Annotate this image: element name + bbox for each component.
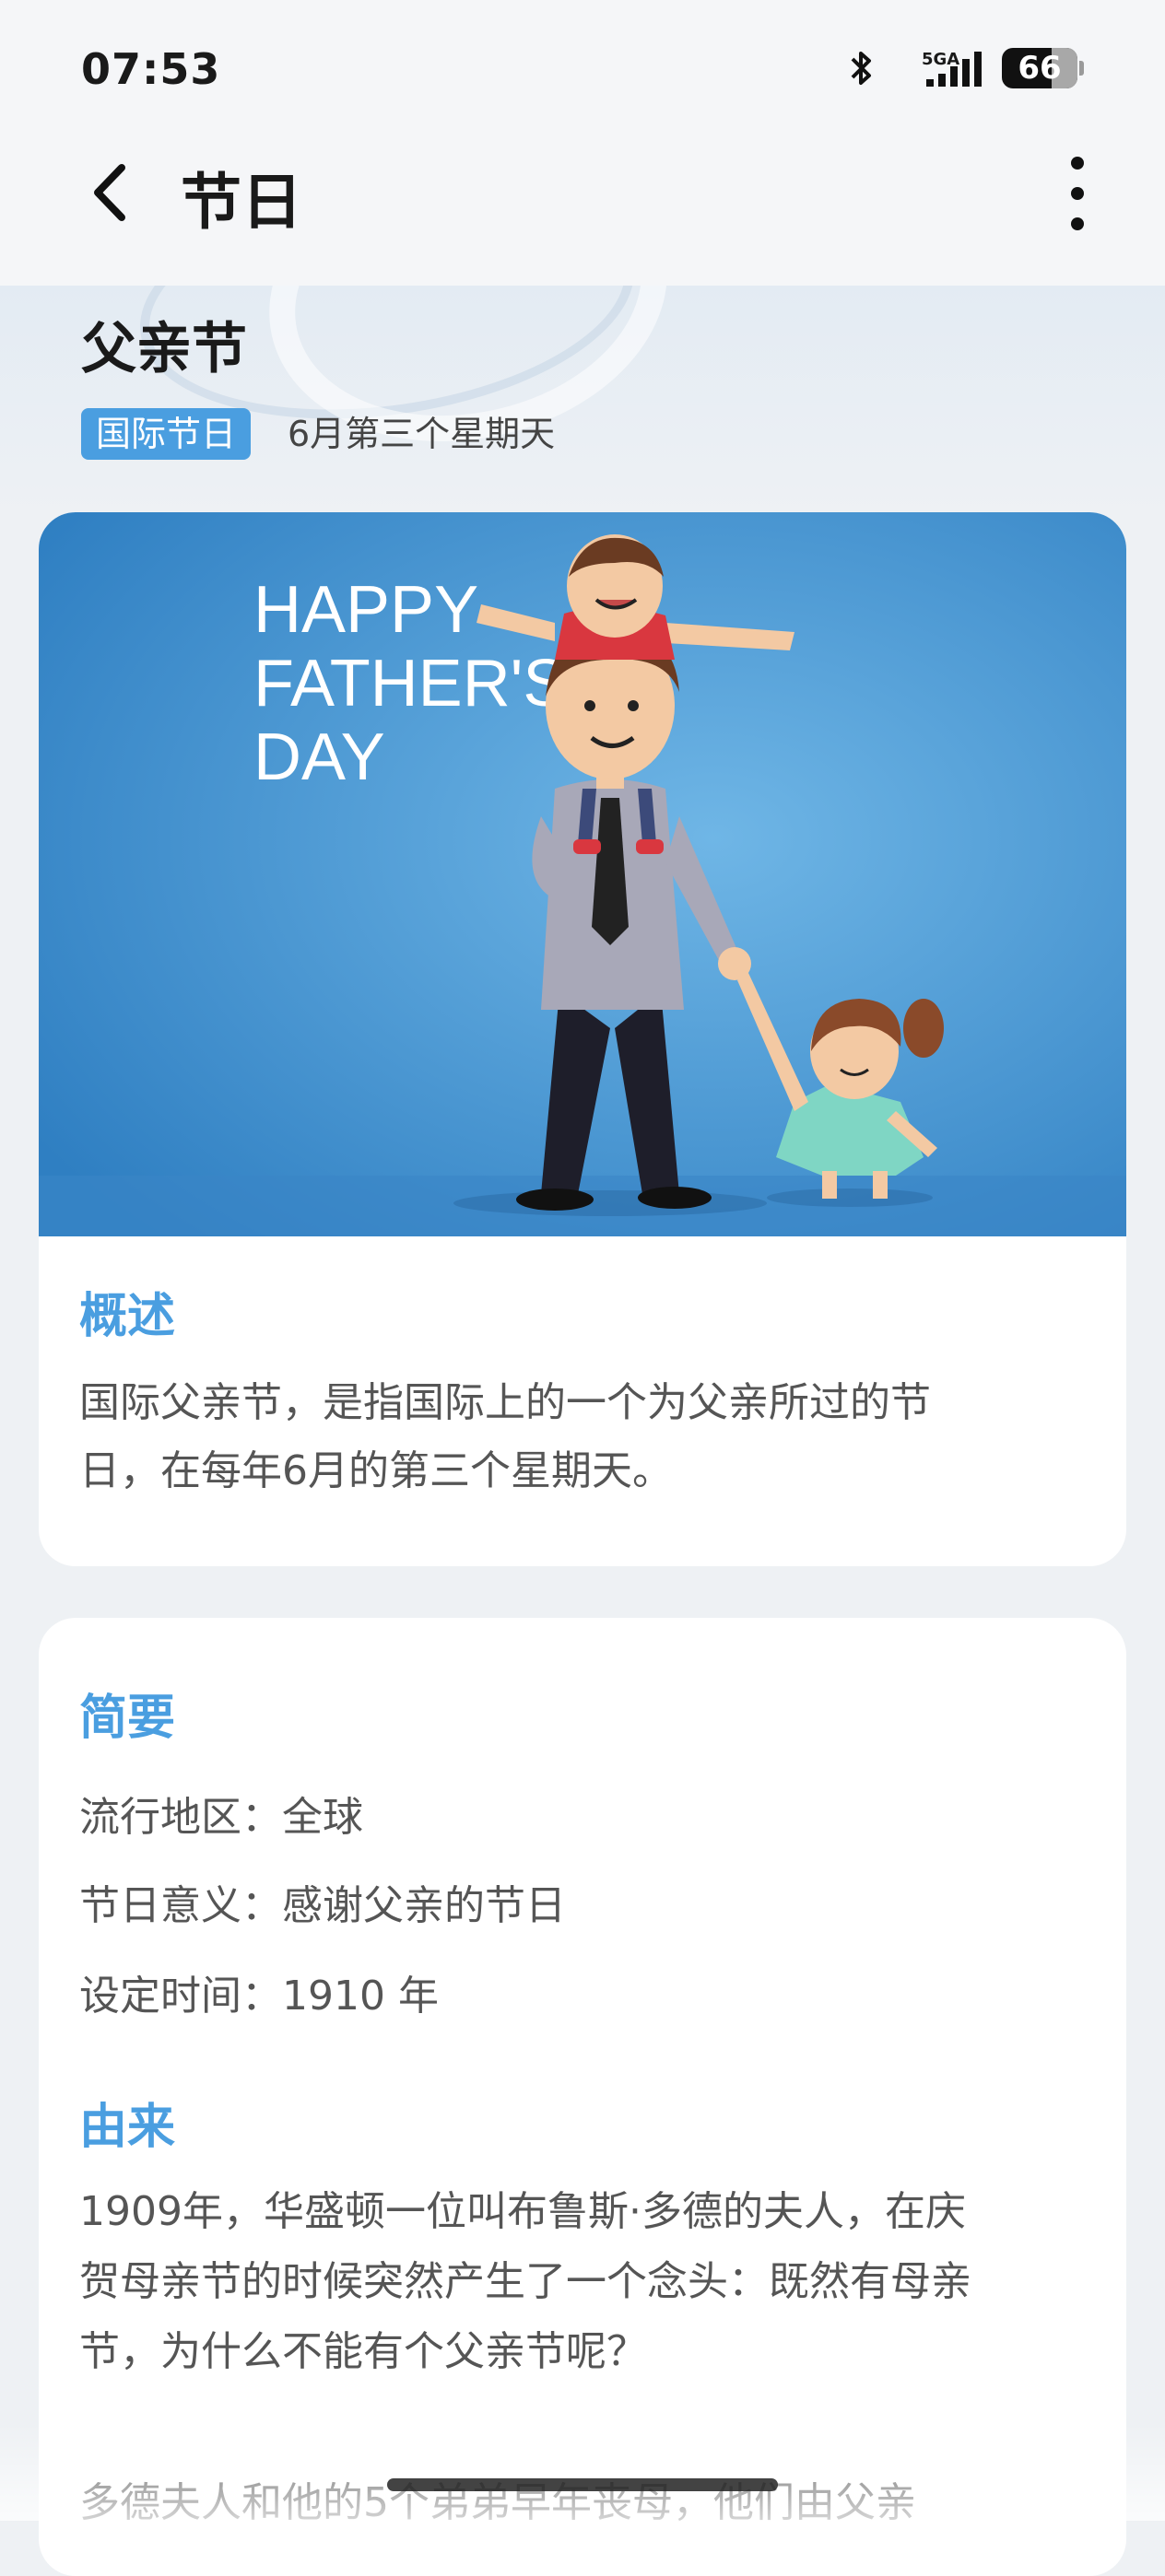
more-vertical-icon — [1071, 157, 1084, 170]
bottom-fade — [0, 2423, 1165, 2521]
summary-row-meaning: 节日意义：感谢父亲的节日 — [79, 1872, 566, 1931]
overview-text-line2: 日，在每年6月的第三个星期天。 — [79, 1447, 673, 1494]
battery-level: 66 — [1018, 50, 1062, 87]
summary-title: 简要 — [79, 1691, 176, 1746]
summary-row-region: 流行地区：全球 — [79, 1784, 363, 1843]
festival-date: 6月第三个星期天 — [288, 414, 556, 454]
summary-value: 全球 — [282, 1794, 363, 1841]
image-text-day: DAY — [253, 720, 385, 794]
status-icons: 66 — [847, 48, 1084, 88]
back-button[interactable] — [81, 158, 146, 227]
home-indicator[interactable] — [387, 2478, 778, 2491]
chevron-left-icon — [94, 164, 125, 221]
category-badge: 国际节日 — [81, 408, 252, 460]
origin-text-line1: 1909年，华盛顿一位叫布鲁斯·多德的夫人，在庆 — [79, 2188, 966, 2235]
bluetooth-icon — [847, 48, 875, 88]
image-text-fathers: FATHER'S — [253, 647, 567, 720]
festival-name: 父亲节 — [81, 317, 247, 381]
status-time: 07:53 — [81, 44, 221, 94]
app-header — [0, 147, 1165, 286]
image-text-happy: HAPPY — [253, 573, 478, 647]
summary-label: 节日意义： — [79, 1882, 282, 1929]
more-options-button[interactable] — [1054, 157, 1100, 230]
summary-row-year: 设定时间：1910 年 — [79, 1962, 439, 2021]
origin-title: 由来 — [79, 2100, 176, 2155]
fathers-day-illustration[interactable]: HAPPY FATHER'S DAY — [39, 512, 1126, 1236]
summary-label: 设定时间： — [79, 1973, 282, 2020]
summary-value: 感谢父亲的节日 — [282, 1882, 566, 1929]
page-title: 节日 — [181, 167, 302, 238]
battery-indicator: 66 — [1002, 48, 1084, 88]
overview-card: HAPPY FATHER'S DAY 概述 国际父亲节，是指国际上的一个为父亲所… — [39, 512, 1126, 1566]
overview-text-line1: 国际父亲节，是指国际上的一个为父亲所过的节 — [79, 1379, 931, 1426]
summary-value: 1910 年 — [282, 1973, 439, 2020]
origin-text-line3: 节，为什么不能有个父亲节呢？ — [79, 2328, 647, 2375]
origin-text-line2: 贺母亲节的时候突然产生了一个念头：既然有母亲 — [79, 2258, 971, 2305]
overview-title: 概述 — [79, 1289, 176, 1344]
summary-label: 流行地区： — [79, 1794, 282, 1841]
signal-icon — [924, 48, 989, 88]
